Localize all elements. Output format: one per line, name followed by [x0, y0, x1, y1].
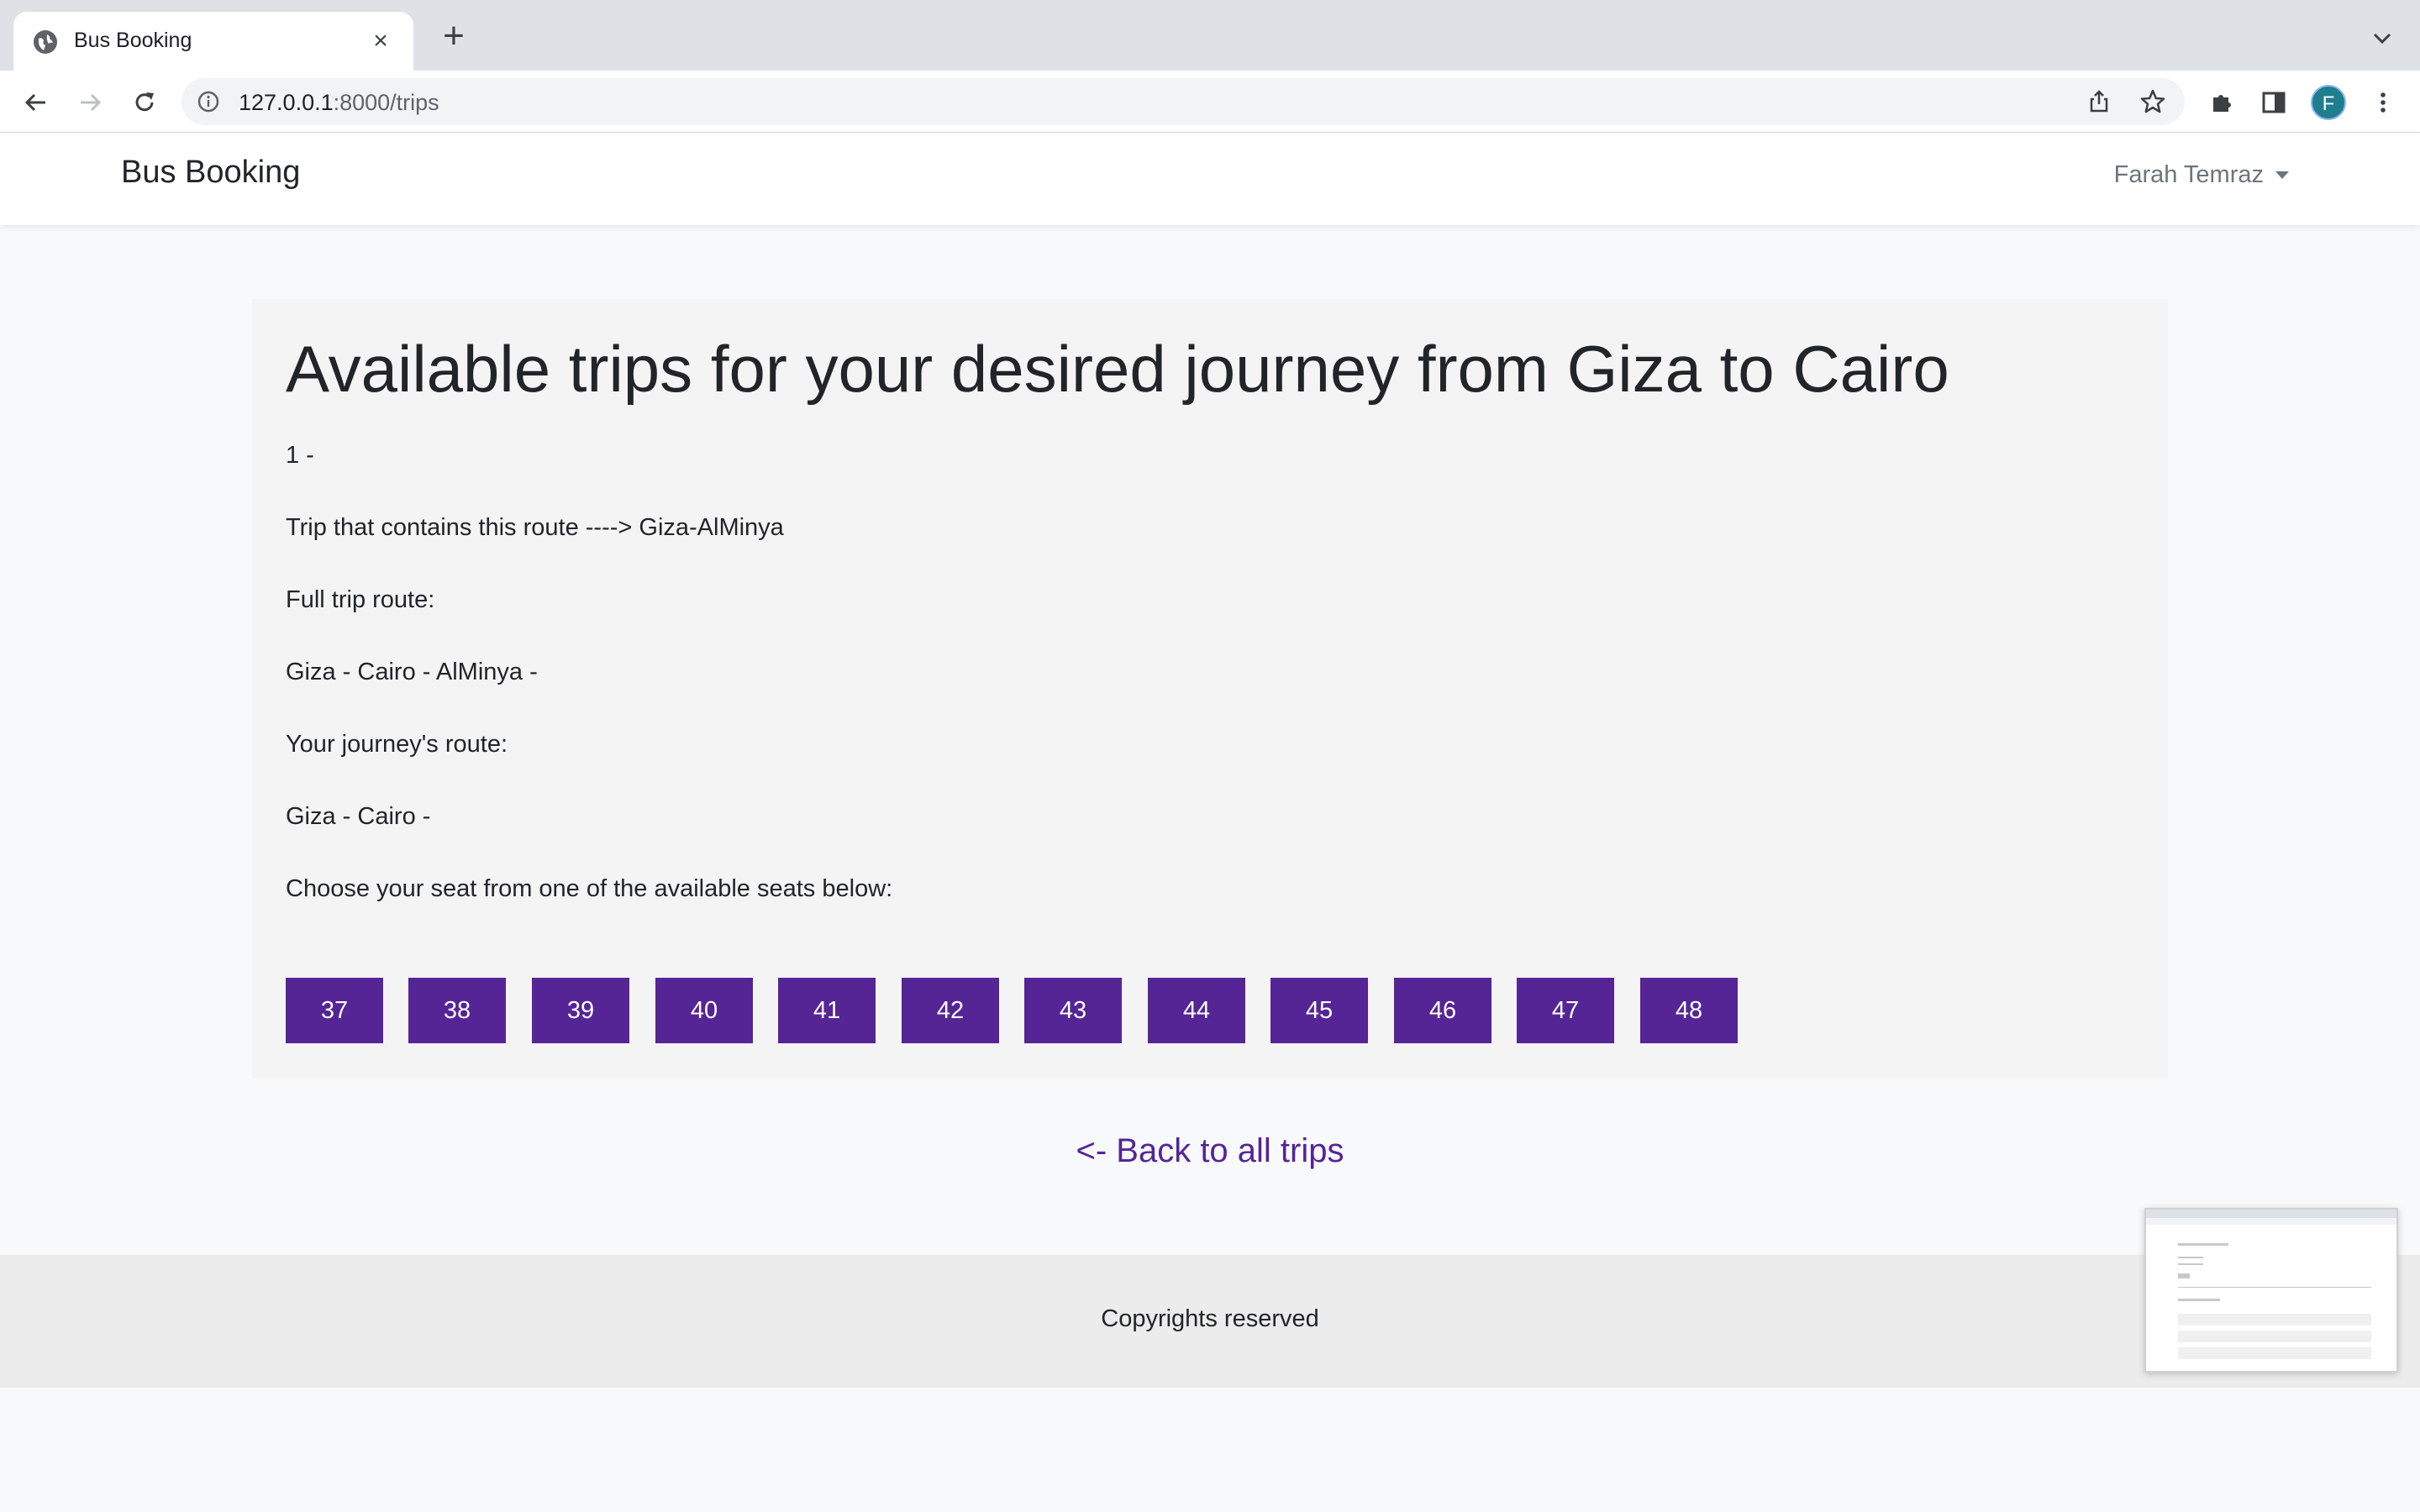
reload-icon[interactable]	[128, 86, 161, 119]
user-dropdown[interactable]: Farah Temraz	[2114, 161, 2289, 189]
trips-card: Available trips for your desired journey…	[252, 299, 2168, 1079]
seat-button[interactable]: 48	[1640, 978, 1738, 1043]
user-name: Farah Temraz	[2113, 161, 2264, 188]
seat-button[interactable]: 41	[778, 978, 876, 1043]
globe-icon	[34, 30, 57, 54]
journey-route: Giza - Cairo -	[286, 803, 431, 830]
share-icon[interactable]	[2086, 88, 2112, 115]
full-route: Giza - Cairo - AlMinya -	[286, 659, 538, 685]
caret-down-icon	[2275, 171, 2289, 179]
seat-button[interactable]: 42	[902, 978, 999, 1043]
page-thumbnail-preview[interactable]	[2144, 1208, 2398, 1373]
profile-avatar[interactable]: F	[2311, 85, 2346, 120]
thumbnail-button	[2178, 1273, 2190, 1278]
footer: Copyrights reserved	[0, 1255, 2420, 1388]
address-bar[interactable]: 127.0.0.1:8000/trips	[182, 78, 2185, 125]
thumbnail-heading	[2178, 1299, 2220, 1301]
site-navbar: Bus Booking Farah Temraz	[0, 133, 2420, 225]
side-panel-icon[interactable]	[2257, 86, 2291, 119]
seat-button[interactable]: 44	[1148, 978, 1245, 1043]
info-icon[interactable]	[197, 90, 220, 113]
seat-button[interactable]: 46	[1394, 978, 1491, 1043]
page-title: Available trips for your desired journey…	[286, 332, 1949, 406]
forward-arrow-icon[interactable]	[74, 86, 108, 119]
choose-seat-text: Choose your seat from one of the availab…	[286, 875, 893, 902]
seat-button[interactable]: 43	[1024, 978, 1122, 1043]
trip-number: 1 -	[286, 442, 314, 469]
thumbnail-toolbar	[2146, 1218, 2396, 1225]
tab-title: Bus Booking	[74, 29, 192, 52]
thumbnail-row	[2178, 1314, 2371, 1326]
star-bookmark-icon[interactable]	[2139, 88, 2166, 115]
seat-button[interactable]: 45	[1270, 978, 1368, 1043]
thumbnail-divider	[2178, 1287, 2371, 1288]
chevron-down-icon[interactable]	[2370, 25, 2395, 50]
thumbnail-row	[2178, 1331, 2371, 1342]
full-route-label: Full trip route:	[286, 586, 435, 613]
seat-button[interactable]: 38	[408, 978, 506, 1043]
brand-link[interactable]: Bus Booking	[121, 155, 300, 191]
seat-button[interactable]: 39	[532, 978, 629, 1043]
seat-button[interactable]: 40	[655, 978, 753, 1043]
url-text: 127.0.0.1:8000/trips	[239, 90, 439, 115]
seat-button[interactable]: 47	[1517, 978, 1614, 1043]
browser-tab[interactable]: Bus Booking ×	[13, 12, 413, 71]
browser-tabstrip: Bus Booking × +	[0, 0, 2420, 71]
browser-toolbar: 127.0.0.1:8000/trips F	[0, 71, 2420, 133]
trip-contains-route: Trip that contains this route ----> Giza…	[286, 514, 784, 541]
footer-text: Copyrights reserved	[1101, 1305, 1319, 1332]
thumbnail-field	[2178, 1257, 2203, 1258]
journey-route-label: Your journey's route:	[286, 731, 508, 758]
close-tab-icon[interactable]: ×	[368, 29, 393, 54]
thumbnail-field	[2178, 1263, 2203, 1265]
seat-button[interactable]: 37	[286, 978, 383, 1043]
new-tab-button[interactable]: +	[439, 18, 469, 55]
thumbnail-tabstrip	[2146, 1210, 2396, 1218]
thumbnail-row	[2178, 1347, 2371, 1359]
back-arrow-icon[interactable]	[18, 86, 52, 119]
thumbnail-heading	[2178, 1243, 2228, 1246]
back-to-trips-link[interactable]: <- Back to all trips	[0, 1132, 2420, 1170]
extensions-puzzle-icon[interactable]	[2205, 86, 2238, 119]
kebab-menu-icon[interactable]	[2366, 86, 2400, 119]
